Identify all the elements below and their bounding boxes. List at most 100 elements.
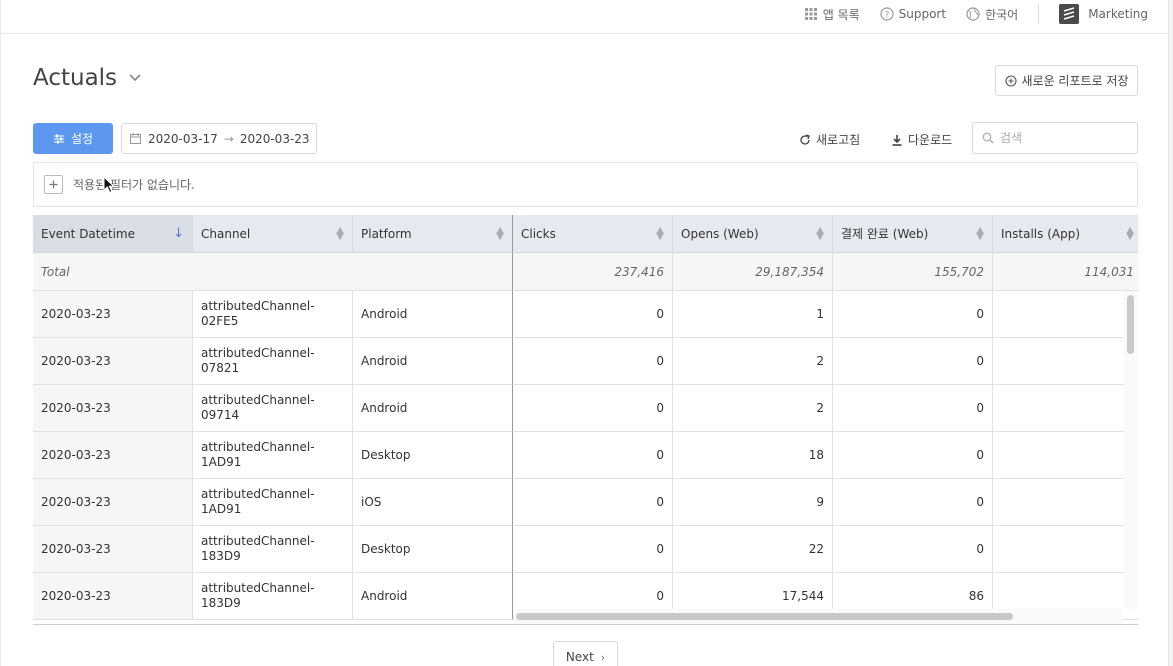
add-filter-button[interactable] — [44, 175, 63, 194]
apps-label: 앱 목록 — [822, 7, 860, 22]
support-link[interactable]: ? Support — [880, 7, 946, 21]
download-label: 다운로드 — [908, 133, 953, 147]
top-nav: 앱 목록 ? Support 한국어 Marketing — [784, 0, 1148, 28]
column-header-platform[interactable]: Platform ▲ ▼ — [353, 215, 513, 253]
cell-event-datetime: 2020-03-23 — [33, 291, 193, 338]
search-input[interactable] — [1000, 131, 1130, 145]
sort-icon: ▲ ▼ — [496, 224, 504, 242]
svg-text:?: ? — [884, 10, 889, 20]
cell-payment-web: 0 — [833, 479, 993, 526]
settings-button[interactable]: 설정 — [33, 123, 113, 154]
calendar-icon — [130, 133, 141, 144]
refresh-icon — [800, 133, 810, 145]
cell-channel: attributedChannel-183D9 — [193, 526, 353, 573]
language-label: 한국어 — [985, 7, 1019, 22]
sort-icon: ▲ ▼ — [656, 224, 664, 242]
cell-opens-web: 18 — [673, 432, 833, 479]
cell-channel: attributedChannel-02FE5 — [193, 291, 353, 338]
cell-channel: attributedChannel-09714 — [193, 385, 353, 432]
report-title-dropdown[interactable]: Actuals — [33, 65, 141, 91]
cell-platform: Android — [353, 573, 513, 620]
next-page-button[interactable]: Next › — [553, 641, 618, 666]
search-box[interactable] — [972, 122, 1138, 154]
column-header-event-datetime[interactable]: Event Datetime ↓ — [33, 215, 193, 253]
total-clicks: 237,416 — [513, 253, 673, 291]
column-header-label: Clicks — [521, 226, 556, 241]
cell-clicks: 0 — [513, 479, 673, 526]
download-icon — [892, 134, 902, 146]
language-selector[interactable]: 한국어 — [966, 6, 1018, 23]
cell-event-datetime: 2020-03-23 — [33, 338, 193, 385]
scrollbar-thumb[interactable] — [1127, 295, 1134, 354]
divider — [1038, 4, 1040, 24]
cell-channel: attributedChannel-07821 — [193, 338, 353, 385]
cell-payment-web: 0 — [833, 291, 993, 338]
account-menu[interactable]: Marketing — [1059, 4, 1148, 24]
globe-icon — [966, 7, 980, 21]
column-header-payment-web[interactable]: 결제 완료 (Web) ▲ ▼ — [833, 215, 993, 253]
column-header-opens-web[interactable]: Opens (Web) ▲ ▼ — [673, 215, 833, 253]
date-range-picker[interactable]: 2020-03-17 → 2020-03-23 — [121, 123, 317, 154]
cell-clicks: 0 — [513, 385, 673, 432]
sort-icon: ▲ ▼ — [816, 224, 824, 242]
apps-menu[interactable]: 앱 목록 — [804, 6, 860, 23]
save-plus-icon — [1004, 74, 1017, 87]
vertical-scrollbar[interactable] — [1124, 291, 1138, 609]
search-icon — [982, 132, 994, 144]
horizontal-scrollbar[interactable] — [513, 609, 1123, 624]
table-total-row: Total 237,416 29,187,354 155,702 114,031 — [33, 253, 1138, 291]
cell-event-datetime: 2020-03-23 — [33, 385, 193, 432]
cell-clicks: 0 — [513, 432, 673, 479]
cell-opens-web: 2 — [673, 385, 833, 432]
column-header-label: Platform — [361, 226, 412, 241]
refresh-button[interactable]: 새로고침 — [799, 131, 860, 148]
total-payment-web: 155,702 — [833, 253, 993, 291]
table-row[interactable]: 2020-03-23 attributedChannel-1AD91 Desktop… — [33, 432, 1138, 479]
cell-installs-app — [993, 338, 1138, 385]
column-header-label: Installs (App) — [1001, 226, 1080, 241]
save-report-label: 새로운 리포트로 저장 — [1021, 74, 1129, 88]
sort-icon: ▲ ▼ — [976, 224, 984, 242]
cell-opens-web: 2 — [673, 338, 833, 385]
cell-installs-app — [993, 432, 1138, 479]
next-label: Next — [565, 650, 594, 664]
date-start: 2020-03-17 — [148, 131, 218, 146]
cell-platform: Android — [353, 338, 513, 385]
cell-event-datetime: 2020-03-23 — [33, 432, 193, 479]
column-header-installs-app[interactable]: Installs (App) ▲ ▼ — [993, 215, 1138, 253]
cell-opens-web: 22 — [673, 526, 833, 573]
cell-payment-web: 0 — [833, 385, 993, 432]
table-row[interactable]: 2020-03-23 attributedChannel-09714 Android… — [33, 385, 1138, 432]
cell-clicks: 0 — [513, 338, 673, 385]
column-header-clicks[interactable]: Clicks ▲ ▼ — [513, 215, 673, 253]
cell-event-datetime: 2020-03-23 — [33, 479, 193, 526]
column-header-label: Event Datetime — [41, 226, 135, 241]
cell-installs-app — [993, 479, 1138, 526]
cell-platform: Android — [353, 385, 513, 432]
plus-icon — [49, 180, 58, 189]
cell-opens-web: 1 — [673, 291, 833, 338]
grid-icon — [804, 8, 817, 20]
table-row[interactable]: 2020-03-23 attributedChannel-02FE5 Android… — [33, 291, 1138, 338]
filter-bar: 적용된 필터가 없습니다. — [33, 162, 1138, 207]
help-circle-icon: ? — [880, 7, 894, 21]
brand-logo-icon — [1059, 4, 1080, 24]
table-row[interactable]: 2020-03-23 attributedChannel-1AD91 iOS 0 9 0 — [33, 479, 1138, 526]
page-scrollbar[interactable] — [1168, 0, 1173, 666]
date-end: 2020-03-23 — [239, 131, 310, 146]
table-row[interactable]: 2020-03-23 attributedChannel-183D9 Desktop… — [33, 526, 1138, 573]
report-table: Event Datetime ↓ Channel ▲ ▼ Platform ▲ ▼ … — [33, 215, 1138, 625]
table-row[interactable]: 2020-03-23 attributedChannel-07821 Android… — [33, 338, 1138, 385]
scrollbar-thumb[interactable] — [516, 613, 1013, 620]
cell-payment-web: 0 — [833, 526, 993, 573]
column-header-label: 결제 완료 (Web) — [841, 227, 929, 241]
save-as-new-report-button[interactable]: 새로운 리포트로 저장 — [995, 65, 1138, 96]
cell-clicks: 0 — [513, 526, 673, 573]
cell-platform: iOS — [353, 479, 513, 526]
cell-platform: Android — [353, 291, 513, 338]
column-header-channel[interactable]: Channel ▲ ▼ — [193, 215, 353, 253]
no-filter-text: 적용된 필터가 없습니다. — [73, 178, 195, 192]
cell-event-datetime: 2020-03-23 — [33, 573, 193, 620]
download-button[interactable]: 다운로드 — [891, 131, 952, 148]
chevron-right-icon: › — [600, 650, 606, 664]
